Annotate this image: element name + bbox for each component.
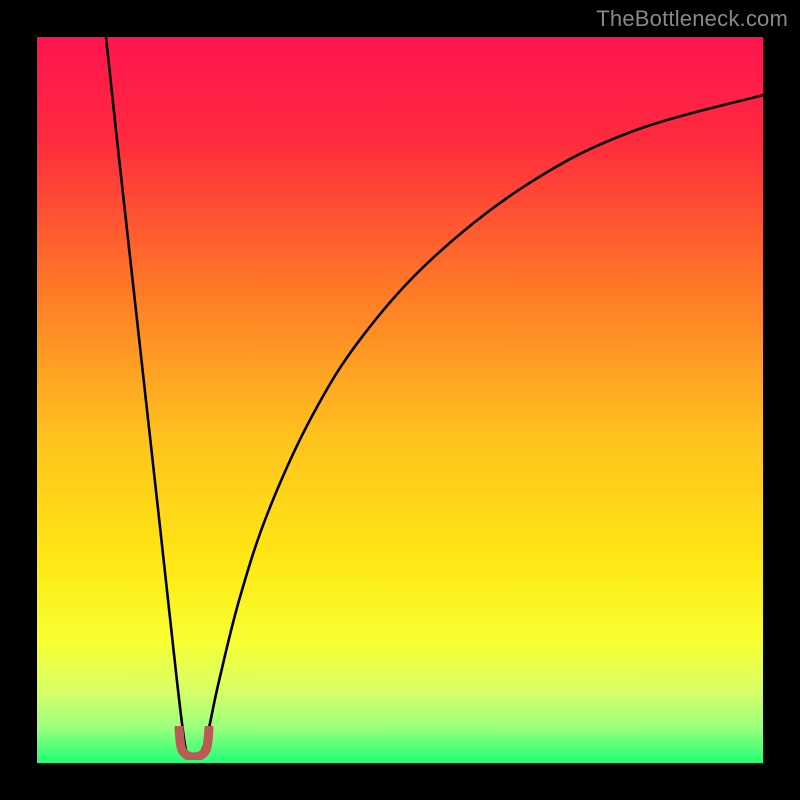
- outer-frame: TheBottleneck.com: [0, 0, 800, 800]
- plot-area: [37, 37, 763, 763]
- bottleneck-curve: [37, 37, 763, 763]
- watermark-text: TheBottleneck.com: [596, 6, 788, 32]
